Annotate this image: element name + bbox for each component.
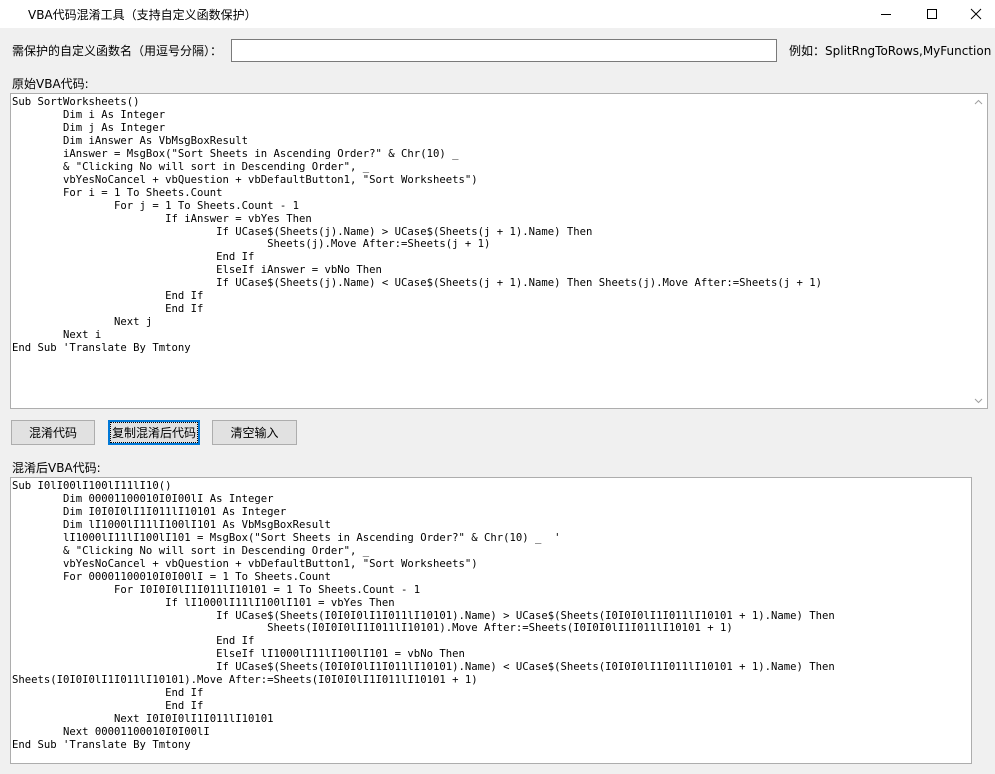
copy-obfuscated-button-label: 复制混淆后代码 — [109, 422, 199, 443]
protect-label: 需保护的自定义函数名（用逗号分隔）： — [12, 44, 223, 58]
window-title: VBA代码混淆工具（支持自定义函数保护） — [28, 8, 257, 22]
obfuscated-code-textarea[interactable]: Sub I0lI00lI100lI11lI10() Dim 0000110001… — [10, 477, 972, 764]
close-button[interactable] — [953, 0, 995, 28]
protect-example-text: 例如：SplitRngToRows,MyFunction — [789, 44, 992, 58]
title-bar: VBA代码混淆工具（支持自定义函数保护） — [0, 0, 995, 28]
scroll-down-icon[interactable] — [974, 396, 983, 405]
clear-input-button[interactable]: 清空输入 — [212, 420, 297, 445]
protect-functions-input[interactable] — [231, 39, 777, 62]
original-code-scrollbar[interactable] — [970, 94, 987, 408]
obfuscate-button-label: 混淆代码 — [28, 426, 77, 440]
minimize-icon — [881, 14, 891, 15]
obfuscated-code-text: Sub I0lI00lI100lI11lI10() Dim 0000110001… — [12, 480, 835, 752]
copy-obfuscated-button[interactable]: 复制混淆后代码 — [108, 420, 200, 445]
maximize-icon — [927, 9, 937, 19]
clear-input-button-label: 清空输入 — [230, 426, 279, 440]
scroll-up-icon[interactable] — [974, 98, 983, 107]
minimize-button[interactable] — [863, 0, 909, 28]
close-icon — [970, 8, 982, 20]
original-code-label: 原始VBA代码: — [12, 77, 89, 91]
original-code-text: Sub SortWorksheets() Dim i As Integer Di… — [12, 96, 823, 355]
original-code-textarea[interactable]: Sub SortWorksheets() Dim i As Integer Di… — [10, 93, 988, 409]
obfuscate-button[interactable]: 混淆代码 — [11, 420, 95, 445]
maximize-button[interactable] — [909, 0, 955, 28]
obfuscated-code-label: 混淆后VBA代码: — [12, 461, 101, 475]
